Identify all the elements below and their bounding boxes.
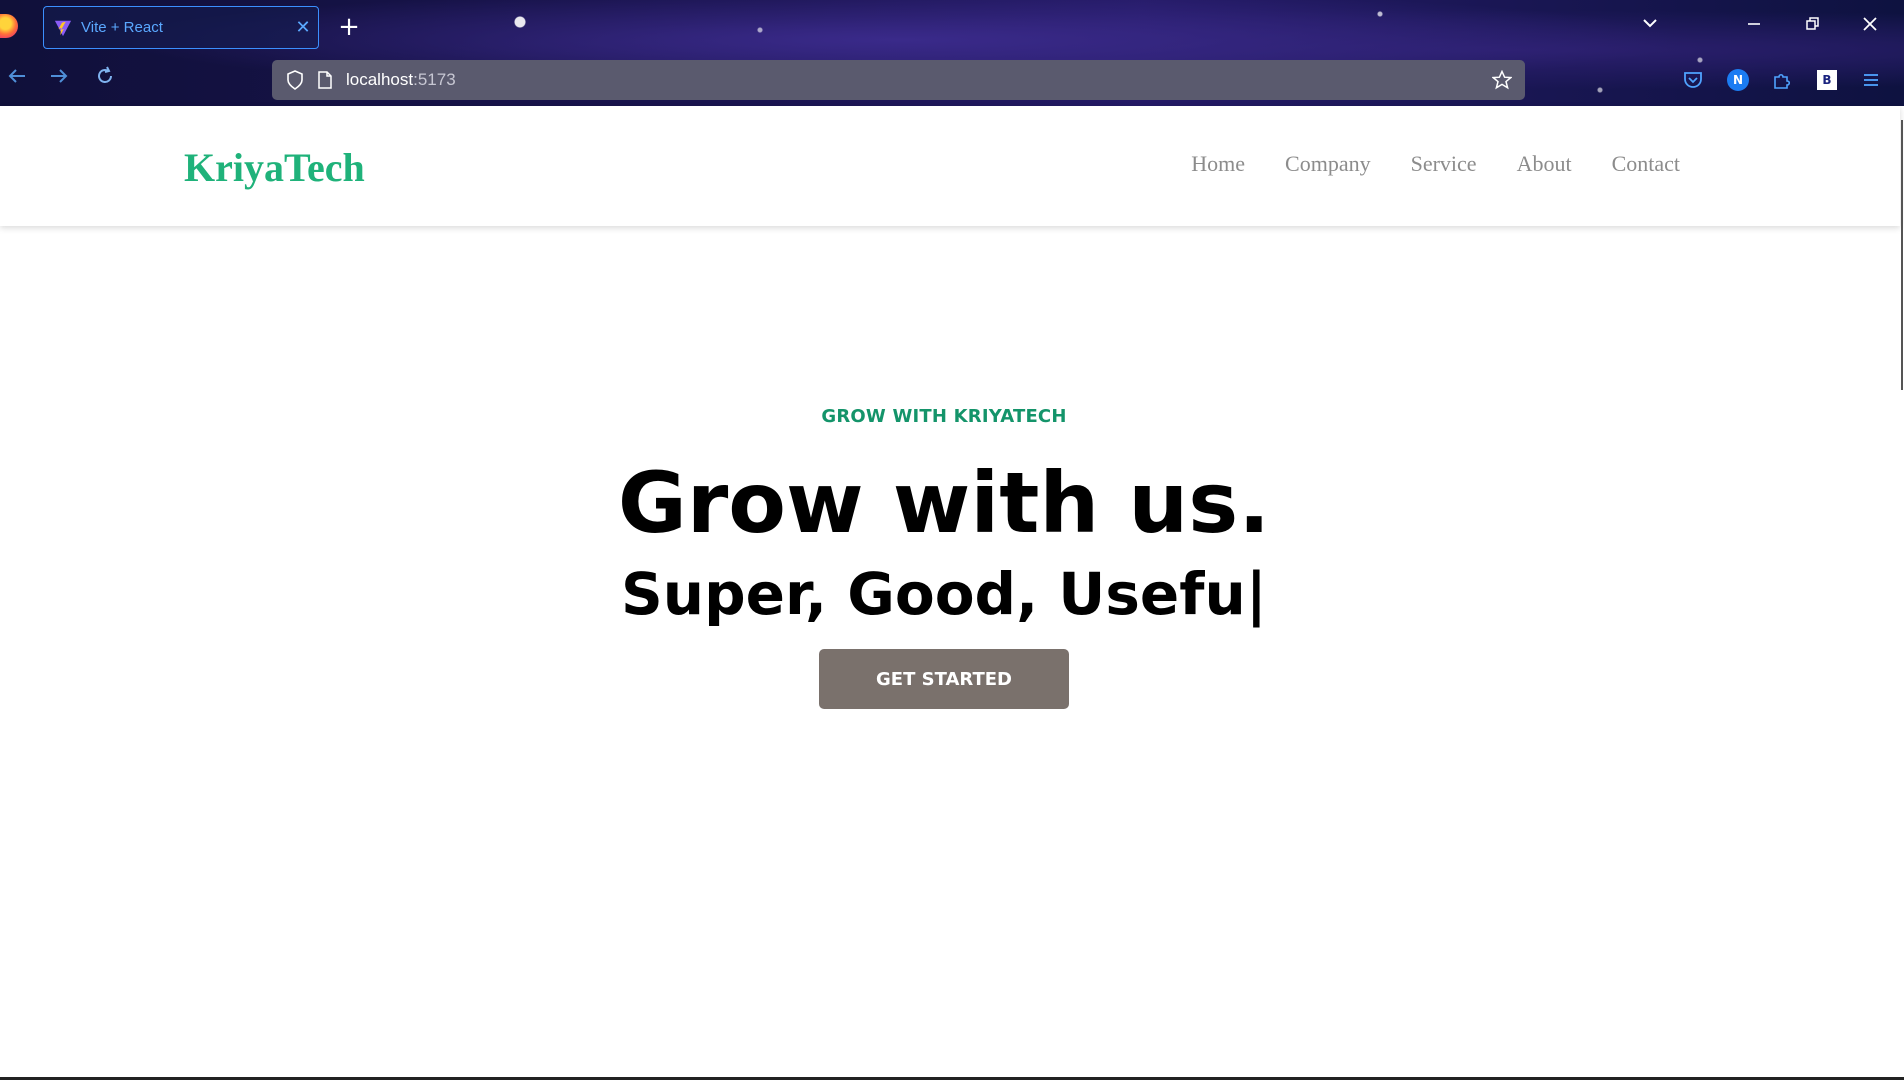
page-icon[interactable] [310,60,340,100]
extensions-puzzle-icon[interactable] [1769,67,1795,93]
site-header: KriyaTech Home Company Service About Con… [0,106,1900,226]
browser-chrome: Vite + React ✕ + localhost:5173 N B [0,0,1904,106]
minimize-window-icon[interactable] [1736,10,1772,44]
url-text[interactable]: localhost:5173 [346,70,456,90]
close-window-icon[interactable] [1852,10,1888,44]
hero-headline: Grow with us. [617,454,1271,552]
extension-n-badge: N [1727,69,1749,91]
nav-link-about[interactable]: About [1517,151,1572,177]
firefox-logo-icon[interactable] [0,14,18,38]
get-started-button[interactable]: GET STARTED [819,649,1069,709]
new-tab-button[interactable]: + [334,12,364,42]
extension-b-badge: B [1817,70,1837,90]
hero-section: GROW WITH KRIYATECH Grow with us. Super,… [0,406,1888,709]
address-bar[interactable]: localhost:5173 [272,60,1525,100]
list-all-tabs-icon[interactable] [1632,10,1668,44]
scrollbar-thumb[interactable] [1901,120,1903,390]
main-nav: Home Company Service About Contact [1191,151,1680,177]
navigation-toolbar: localhost:5173 N B [0,55,1904,106]
extension-b-icon[interactable]: B [1814,67,1840,93]
url-host: localhost [346,70,414,89]
nav-link-contact[interactable]: Contact [1612,151,1680,177]
hero-typed-text: Super, Good, Usefu| [621,560,1267,628]
browser-tab-active[interactable]: Vite + React ✕ [43,6,319,49]
url-port: :5173 [413,70,456,89]
tab-title: Vite + React [81,19,163,36]
page-viewport: KriyaTech Home Company Service About Con… [0,106,1904,1080]
shield-icon[interactable] [280,60,310,100]
bookmark-star-icon[interactable] [1487,60,1517,100]
tab-bar: Vite + React ✕ + [0,0,1904,55]
hero-eyebrow: GROW WITH KRIYATECH [821,406,1067,427]
extension-n-icon[interactable]: N [1725,67,1751,93]
nav-link-home[interactable]: Home [1191,151,1245,177]
nav-link-company[interactable]: Company [1285,151,1371,177]
menu-hamburger-icon[interactable] [1858,67,1884,93]
nav-link-service[interactable]: Service [1411,151,1477,177]
restore-window-icon[interactable] [1795,10,1831,44]
vite-icon [54,20,72,36]
page-scrollbar[interactable] [1900,106,1904,1080]
forward-arrow-icon[interactable] [42,63,76,97]
reload-icon[interactable] [88,63,122,97]
pocket-icon[interactable] [1680,67,1706,93]
brand-logo[interactable]: KriyaTech [184,144,365,191]
back-arrow-icon[interactable] [0,63,34,97]
tab-close-icon[interactable]: ✕ [288,17,318,38]
